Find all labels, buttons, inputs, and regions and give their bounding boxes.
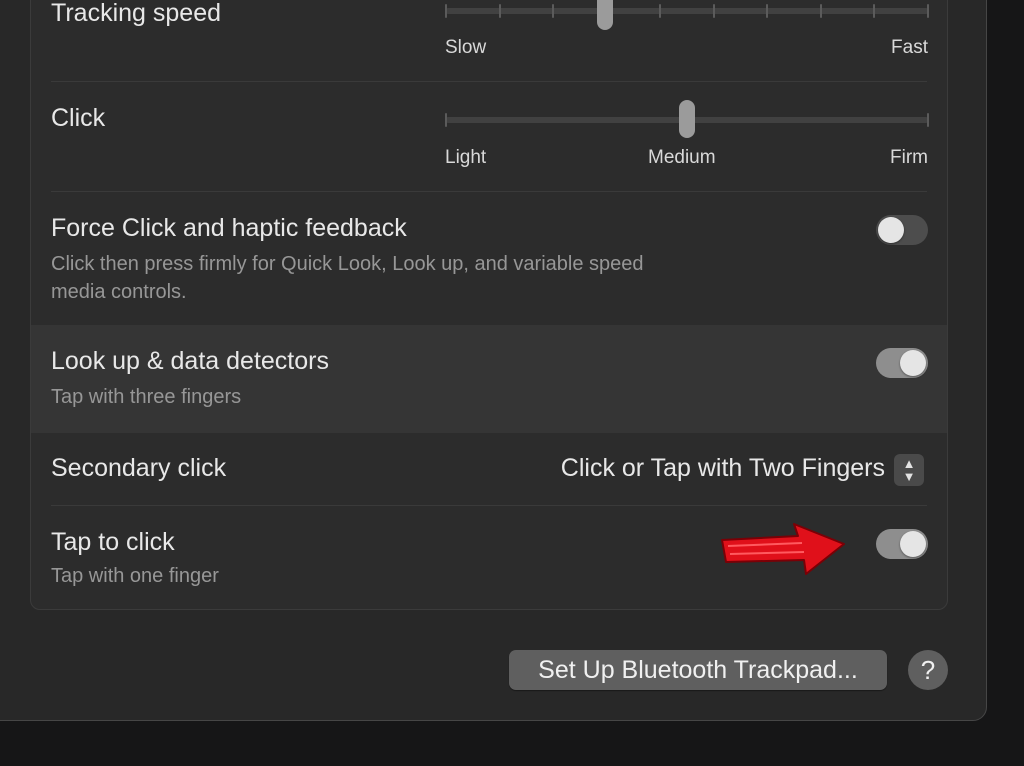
- secondary-click-select-value[interactable]: Click or Tap with Two Fingers: [561, 454, 885, 483]
- tracking-speed-label: Tracking speed: [51, 0, 221, 27]
- click-label: Click: [51, 104, 106, 132]
- chevron-down-icon: ▼: [902, 469, 916, 484]
- trackpad-settings-group: Tracking speed Slow Fast Click Light Med…: [30, 0, 948, 610]
- click-medium-label: Medium: [648, 147, 716, 168]
- look-up-label: Look up & data detectors: [51, 347, 329, 375]
- secondary-click-select-chevrons-icon[interactable]: ▲ ▼: [894, 454, 924, 486]
- click-tick-light: [445, 113, 447, 127]
- help-button[interactable]: ?: [908, 650, 948, 690]
- toggle-knob: [900, 531, 926, 557]
- look-up-description: Tap with three fingers: [51, 386, 242, 408]
- tracking-speed-tick: [927, 4, 929, 18]
- tracking-speed-max-label: Fast: [891, 37, 928, 58]
- click-row: Click Light Medium Firm: [31, 82, 947, 192]
- force-click-label: Force Click and haptic feedback: [51, 214, 407, 242]
- tracking-speed-tick: [498, 4, 501, 18]
- tap-to-click-label: Tap to click: [51, 528, 175, 556]
- force-click-toggle[interactable]: [876, 215, 928, 245]
- tracking-speed-tick: [445, 4, 447, 18]
- force-click-row: Force Click and haptic feedback Click th…: [31, 192, 947, 325]
- secondary-click-row: Secondary click Click or Tap with Two Fi…: [31, 433, 947, 506]
- red-arrow-icon: [721, 523, 845, 575]
- tap-to-click-description: Tap with one finger: [51, 565, 219, 587]
- tracking-speed-slider-thumb[interactable]: [596, 0, 613, 30]
- click-tick-firm: [927, 113, 929, 127]
- force-click-description-line2: media controls.: [51, 281, 187, 303]
- secondary-click-label: Secondary click: [51, 454, 227, 482]
- look-up-toggle[interactable]: [876, 348, 928, 378]
- tracking-speed-tick: [819, 4, 822, 18]
- tracking-speed-tick: [659, 4, 662, 18]
- toggle-knob: [878, 217, 904, 243]
- click-light-label: Light: [445, 147, 487, 168]
- tap-to-click-toggle[interactable]: [876, 529, 928, 559]
- tracking-speed-tick: [712, 4, 715, 18]
- tracking-speed-tick: [552, 4, 555, 18]
- set-up-bluetooth-trackpad-button[interactable]: Set Up Bluetooth Trackpad...: [509, 650, 887, 690]
- click-firm-label: Firm: [890, 147, 928, 168]
- toggle-knob: [900, 350, 926, 376]
- tracking-speed-min-label: Slow: [445, 37, 487, 58]
- look-up-row: Look up & data detectors Tap with three …: [31, 325, 947, 433]
- click-firmness-slider-thumb[interactable]: [679, 100, 695, 138]
- tracking-speed-track[interactable]: [445, 8, 929, 14]
- force-click-description-line1: Click then press firmly for Quick Look, …: [51, 253, 644, 275]
- tracking-speed-row: Tracking speed Slow Fast: [31, 0, 947, 82]
